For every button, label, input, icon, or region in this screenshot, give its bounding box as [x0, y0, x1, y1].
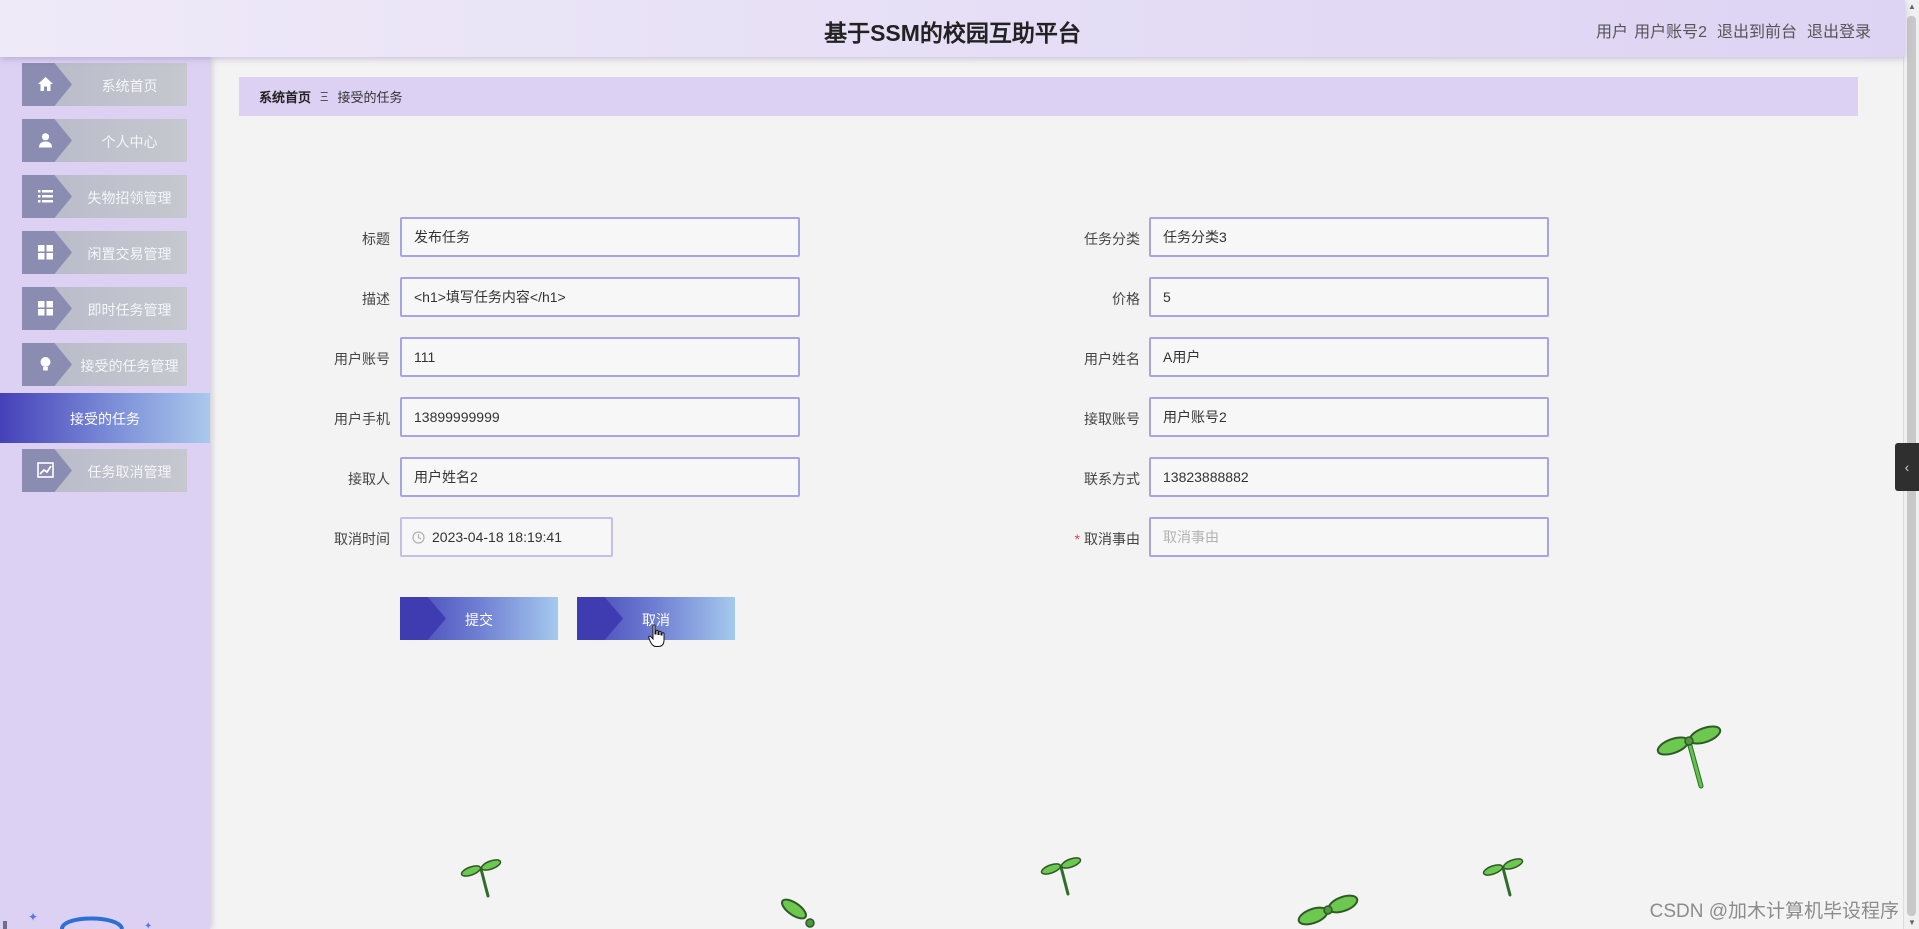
chevron-left-icon: ‹ — [1904, 459, 1910, 475]
required-mark: * — [1074, 531, 1080, 547]
form-label-receiver: 接取人 — [348, 471, 390, 487]
sidebar-item-task-cancel[interactable]: 任务取消管理 — [22, 449, 187, 492]
propeller-decoration-icon — [1040, 857, 1082, 896]
propeller-decoration-icon — [460, 859, 502, 898]
sidebar-item-label: 即时任务管理 — [87, 302, 172, 318]
price-field[interactable]: 5 — [1149, 277, 1549, 317]
submit-button[interactable]: 提交 — [400, 597, 558, 640]
propeller-decoration-icon — [1482, 858, 1524, 897]
svg-text:✦: ✦ — [144, 921, 152, 929]
form-label-contact: 联系方式 — [1084, 471, 1140, 487]
receiver-field[interactable]: 用户姓名2 — [400, 457, 800, 497]
breadcrumb-separator: Ξ — [320, 89, 329, 104]
cancel-time-value: 2023-04-18 18:19:41 — [432, 529, 562, 545]
sidebar-item-label: 任务取消管理 — [87, 464, 172, 480]
sidebar-item-label: 失物招领管理 — [87, 190, 172, 206]
form-label-category: 任务分类 — [1084, 231, 1140, 247]
phone-field[interactable]: 13899999999 — [400, 397, 800, 437]
user-area: 用户 用户账号2 退出到前台 退出登录 — [1596, 18, 1871, 42]
sidebar-item-home[interactable]: 系统首页 — [22, 63, 187, 106]
sidebar: 系统首页 个人中心 失物招领管理 闲置交易管理 即时任务管理 接受的任务管理 接… — [0, 57, 210, 929]
scroll-down-icon[interactable]: ▼ — [1908, 918, 1916, 927]
bulb-icon — [40, 357, 51, 371]
go-frontend-link[interactable]: 退出到前台 — [1717, 18, 1797, 42]
submit-button-label: 提交 — [465, 612, 493, 628]
collapse-panel-toggle[interactable]: ‹ — [1895, 443, 1919, 491]
title-field[interactable]: 发布任务 — [400, 217, 800, 257]
sidebar-item-lost-found[interactable]: 失物招领管理 — [22, 175, 187, 218]
chart-icon — [37, 462, 54, 478]
svg-text:✦: ✦ — [28, 910, 38, 924]
form-label-cancel-reason: * 取消事由 — [1040, 529, 1140, 549]
watermark: CSDN @加木计算机毕设程序 — [1649, 901, 1899, 922]
breadcrumb-current: 接受的任务 — [337, 90, 403, 105]
sidebar-item-accepted-task[interactable]: 接受的任务管理 — [22, 343, 187, 386]
form-label-price: 价格 — [1112, 291, 1140, 307]
cancel-reason-field[interactable]: 取消事由 — [1149, 517, 1549, 557]
form-label-name: 用户姓名 — [1084, 351, 1140, 367]
decoration-icon: ✦ ✦ — [3, 910, 152, 929]
user-role: 用户 — [1596, 24, 1629, 41]
form-label-cancel-time: 取消时间 — [334, 531, 390, 547]
form-label-account: 用户账号 — [334, 351, 390, 367]
form-label-receiver-account: 接取账号 — [1084, 411, 1140, 427]
clock-icon — [412, 531, 425, 544]
contact-field[interactable]: 13823888882 — [1149, 457, 1549, 497]
list-icon — [38, 190, 53, 203]
category-field[interactable]: 任务分类3 — [1149, 217, 1549, 257]
grid-icon — [38, 301, 53, 316]
sidebar-item-label: 系统首页 — [101, 78, 158, 94]
sidebar-subitem-accepted-tasks[interactable]: 接受的任务 — [0, 393, 210, 443]
description-field[interactable]: <h1>填写任务内容</h1> — [400, 277, 800, 317]
logout-link[interactable]: 退出登录 — [1807, 18, 1871, 42]
sidebar-item-label: 闲置交易管理 — [87, 246, 172, 262]
sidebar-item-label: 个人中心 — [101, 134, 158, 150]
sidebar-subitem-label: 接受的任务 — [70, 411, 140, 427]
sidebar-item-instant-task[interactable]: 即时任务管理 — [22, 287, 187, 330]
home-icon — [38, 77, 53, 91]
user-name: 用户账号2 — [1634, 24, 1707, 41]
breadcrumb-home[interactable]: 系统首页 — [259, 87, 311, 106]
hand-cursor-icon — [648, 624, 665, 647]
top-header: 基于SSM的校园互助平台 用户 用户账号2 退出到前台 退出登录 — [0, 0, 1905, 57]
propeller-decoration-icon — [1297, 894, 1359, 926]
form-label-description: 描述 — [362, 291, 390, 307]
account-field[interactable]: 111 — [400, 337, 800, 377]
sidebar-item-label: 接受的任务管理 — [80, 358, 179, 374]
propeller-decoration-icon — [781, 898, 815, 928]
name-field[interactable]: A用户 — [1149, 337, 1549, 377]
sidebar-item-idle-trade[interactable]: 闲置交易管理 — [22, 231, 187, 274]
cancel-reason-label-text: 取消事由 — [1084, 531, 1140, 547]
breadcrumb: 系统首页 Ξ 接受的任务 — [239, 77, 1858, 116]
grid-icon — [38, 245, 53, 260]
scroll-up-icon[interactable]: ▲ — [1908, 2, 1916, 11]
cancel-time-picker[interactable]: 2023-04-18 18:19:41 — [400, 517, 613, 557]
sidebar-item-personal[interactable]: 个人中心 — [22, 119, 187, 162]
propeller-decoration-icon — [1656, 725, 1722, 789]
form-label-phone: 用户手机 — [334, 411, 390, 427]
form-label-title: 标题 — [362, 231, 390, 247]
receiver-account-field[interactable]: 用户账号2 — [1149, 397, 1549, 437]
user-icon — [39, 133, 52, 148]
